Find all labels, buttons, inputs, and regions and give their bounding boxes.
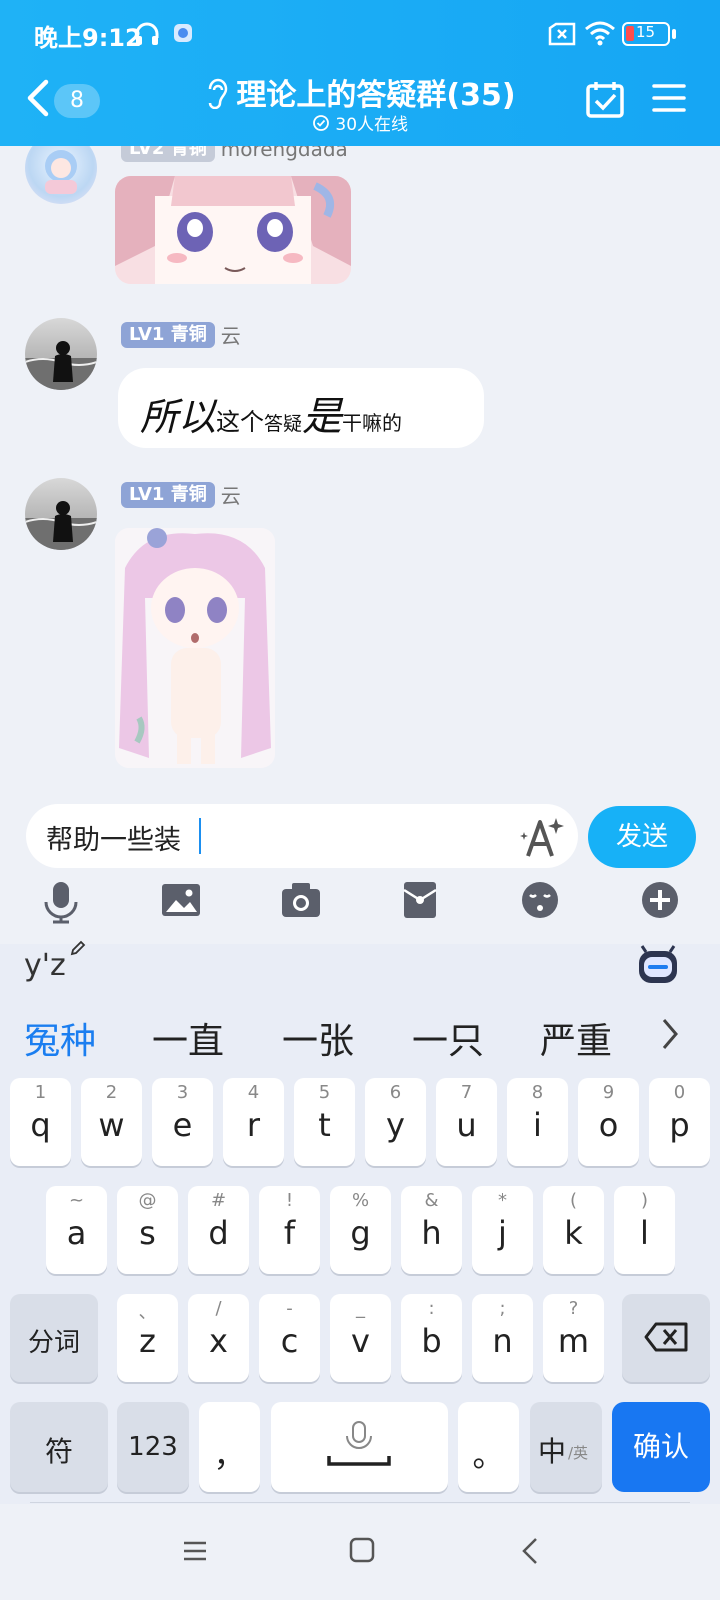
send-button[interactable]: 发送: [588, 806, 696, 868]
key-m[interactable]: ? m: [543, 1294, 604, 1382]
message-input-text: 帮助一些装: [46, 825, 181, 856]
wifi-icon: [584, 20, 616, 50]
divider: [30, 1502, 690, 1503]
chat-area: LV2 青铜 morengdada LV1 青铜 云 所以这个答疑是干嘛的 LV…: [0, 146, 720, 796]
confirm-key[interactable]: 确认: [612, 1402, 710, 1492]
avatar[interactable]: [25, 318, 97, 390]
key-v[interactable]: _ v: [330, 1294, 391, 1382]
sender-nickname: 云: [220, 484, 241, 508]
headphones-icon: [134, 22, 160, 50]
online-check-icon: [312, 114, 330, 137]
backspace-key[interactable]: [622, 1294, 710, 1382]
language-toggle-key[interactable]: 中 /英: [530, 1402, 602, 1492]
candidate-word[interactable]: 一张: [282, 1012, 354, 1064]
microphone-icon[interactable]: [42, 880, 80, 930]
camera-icon[interactable]: [280, 880, 322, 930]
image-icon[interactable]: [160, 880, 202, 930]
red-packet-icon[interactable]: [402, 880, 438, 930]
key-u[interactable]: 7u: [436, 1078, 497, 1166]
space-key[interactable]: [271, 1402, 448, 1492]
key-e[interactable]: 3e: [152, 1078, 213, 1166]
candidate-word[interactable]: 一只: [412, 1012, 484, 1064]
symbol-key[interactable]: 符: [10, 1402, 108, 1492]
menu-icon[interactable]: [652, 82, 686, 118]
key-r[interactable]: 4r: [223, 1078, 284, 1166]
sender-line: LV1 青铜 云: [121, 480, 241, 509]
lang-main-label: 中: [538, 1435, 567, 1468]
key-l[interactable]: ) l: [614, 1186, 675, 1274]
key-p[interactable]: 0p: [649, 1078, 710, 1166]
key-o[interactable]: 9o: [578, 1078, 639, 1166]
sender-nickname: 云: [220, 324, 241, 348]
text-caret: [199, 818, 201, 854]
pinyin-preedit: y'z: [24, 948, 66, 983]
calendar-check-icon[interactable]: [586, 80, 624, 122]
sticker-image[interactable]: [115, 528, 275, 768]
candidate-word[interactable]: 冤种: [24, 1012, 96, 1064]
status-bar: 晚上9:12 15: [0, 0, 720, 66]
lang-sub-label: /英: [568, 1444, 589, 1462]
key-s[interactable]: @ s: [117, 1186, 178, 1274]
key-y[interactable]: 6y: [365, 1078, 426, 1166]
key-h[interactable]: & h: [401, 1186, 462, 1274]
key-n[interactable]: ; n: [472, 1294, 533, 1382]
chevron-right-icon[interactable]: [660, 1016, 680, 1056]
backspace-icon: [644, 1322, 688, 1356]
battery-tip: [672, 29, 676, 39]
candidate-word[interactable]: 严重: [540, 1021, 612, 1056]
avatar[interactable]: [25, 478, 97, 550]
level-badge: LV1 青铜: [121, 321, 215, 348]
key-i[interactable]: 8i: [507, 1078, 568, 1166]
key-b[interactable]: :b: [401, 1294, 462, 1382]
battery-level: [626, 26, 634, 41]
key-j[interactable]: * j: [472, 1186, 533, 1274]
back-nav-icon[interactable]: [520, 1536, 540, 1570]
group-title-text: 理论上的答疑群(35): [236, 78, 516, 113]
key-f[interactable]: ! f: [259, 1186, 320, 1274]
sticker-image[interactable]: [115, 176, 351, 284]
recent-apps-icon[interactable]: [182, 1538, 208, 1568]
message-text: 所以这个答疑是干嘛的: [140, 394, 403, 440]
key-k[interactable]: (k: [543, 1186, 604, 1274]
emoji-icon[interactable]: [520, 880, 560, 930]
key-t[interactable]: 5t: [294, 1078, 355, 1166]
battery-percent: 15: [636, 23, 656, 41]
status-time: 晚上9:12: [34, 24, 142, 52]
candidate-clip: 严重: [540, 1012, 620, 1056]
home-icon[interactable]: [348, 1536, 376, 1568]
sender-line: LV2 青铜 morengdada: [121, 146, 348, 162]
key-q[interactable]: 1q: [10, 1078, 71, 1166]
key-c[interactable]: -c: [259, 1294, 320, 1382]
battery-icon: 15: [622, 22, 670, 46]
period-key[interactable]: 。: [458, 1402, 519, 1492]
key-w[interactable]: 2w: [81, 1078, 142, 1166]
text-message-bubble[interactable]: 所以这个答疑是干嘛的: [118, 368, 484, 448]
sender-nickname: morengdada: [220, 146, 348, 161]
key-g[interactable]: % g: [330, 1186, 391, 1274]
pencil-icon[interactable]: [70, 940, 86, 960]
level-badge: LV1 青铜: [121, 481, 215, 508]
comma-key[interactable]: ，: [199, 1402, 260, 1492]
key-a[interactable]: ~ a: [46, 1186, 107, 1274]
segment-key[interactable]: 分词: [10, 1294, 98, 1382]
no-sim-icon: [548, 22, 576, 50]
key-d[interactable]: # d: [188, 1186, 249, 1274]
number-key[interactable]: 123: [117, 1402, 189, 1492]
assistant-robot-icon[interactable]: [636, 944, 680, 990]
candidate-word[interactable]: 一直: [152, 1012, 224, 1064]
plus-icon[interactable]: [640, 880, 680, 930]
font-style-icon[interactable]: [520, 816, 564, 862]
online-count: 30人在线: [335, 115, 409, 135]
space-mic-icon: [327, 1420, 391, 1476]
key-x[interactable]: / x: [188, 1294, 249, 1382]
sender-line: LV1 青铜 云: [121, 320, 241, 349]
app-notification-icon: [172, 22, 194, 48]
key-z[interactable]: 、 z: [117, 1294, 178, 1382]
avatar[interactable]: [25, 146, 97, 204]
level-badge: LV2 青铜: [121, 146, 215, 162]
